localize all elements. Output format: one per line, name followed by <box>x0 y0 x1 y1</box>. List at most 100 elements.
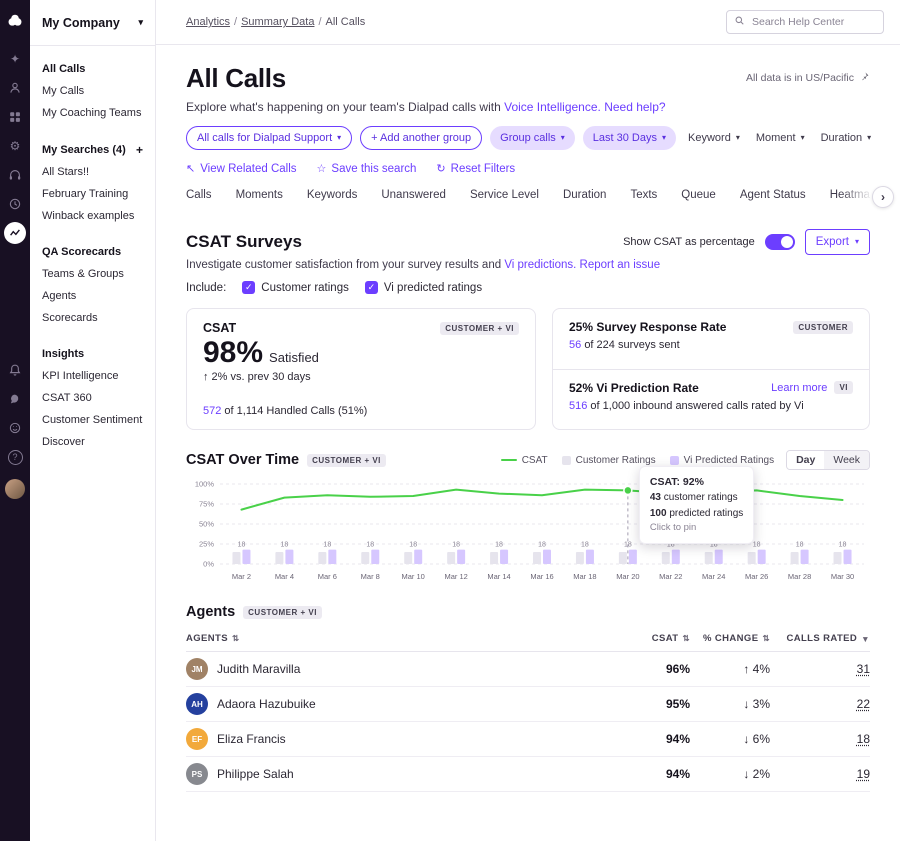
breadcrumb-analytics[interactable]: Analytics <box>186 16 230 28</box>
filter-pill-keyword[interactable]: Keyword▾ <box>684 126 744 150</box>
analytics-icon[interactable] <box>4 222 26 244</box>
column-header-csat[interactable]: CSAT⇅ <box>580 633 690 644</box>
filter-pill-duration[interactable]: Duration▾ <box>817 126 876 150</box>
sidebar-item-all-stars[interactable]: All Stars!! <box>42 162 143 184</box>
settings-gear-icon[interactable]: ⚙ <box>4 135 26 157</box>
sidebar-item-scorecards[interactable]: Scorecards <box>42 308 143 330</box>
customer-ratings-bar[interactable] <box>533 552 541 564</box>
sidebar-item-kpi-intelligence[interactable]: KPI Intelligence <box>42 366 143 388</box>
vi-predicted-bar[interactable] <box>586 550 594 564</box>
customer-ratings-bar[interactable] <box>834 552 842 564</box>
vi-predictions-link[interactable]: Vi predictions. <box>504 259 576 271</box>
tab-service-level[interactable]: Service Level <box>470 181 539 213</box>
tab-duration[interactable]: Duration <box>563 181 606 213</box>
mood-smiley-icon[interactable] <box>4 417 26 439</box>
customer-ratings-bar[interactable] <box>361 552 369 564</box>
sidebar-item-discover[interactable]: Discover <box>42 432 143 454</box>
chart-canvas[interactable]: 0%25%50%75%100%18Mar 218Mar 418Mar 618Ma… <box>186 478 871 590</box>
tabs-scroll-right-button[interactable]: › <box>872 186 894 208</box>
history-icon[interactable] <box>4 193 26 215</box>
pin-icon[interactable] <box>859 71 870 85</box>
vi-predicted-bar[interactable] <box>801 550 809 564</box>
handled-calls-link[interactable]: 572 <box>203 405 221 417</box>
vi-predicted-bar[interactable] <box>457 550 465 564</box>
voice-intelligence-link[interactable]: Voice Intelligence. <box>504 100 601 114</box>
tab-queue[interactable]: Queue <box>681 181 716 213</box>
contacts-icon[interactable] <box>4 77 26 99</box>
sidebar-item-csat-360[interactable]: CSAT 360 <box>42 388 143 410</box>
range-week-button[interactable]: Week <box>824 451 869 469</box>
customer-ratings-bar[interactable] <box>705 552 713 564</box>
help-icon[interactable]: ? <box>4 446 26 468</box>
customer-ratings-bar[interactable] <box>318 552 326 564</box>
company-switcher[interactable]: My Company ▾ <box>30 0 155 46</box>
report-issue-link[interactable]: Report an issue <box>580 259 661 271</box>
table-row[interactable]: EFEliza Francis94%↓ 6%18 <box>186 722 870 757</box>
surveys-link[interactable]: 56 <box>569 339 581 351</box>
sidebar-item-customer-sentiment[interactable]: Customer Sentiment <box>42 410 143 432</box>
vi-predicted-bar[interactable] <box>672 550 680 564</box>
vi-predicted-bar[interactable] <box>543 550 551 564</box>
tab-calls[interactable]: Calls <box>186 181 212 213</box>
tab-texts[interactable]: Texts <box>630 181 657 213</box>
filter-pill-add-another-group[interactable]: + Add another group <box>360 126 482 150</box>
customer-ratings-bar[interactable] <box>404 552 412 564</box>
column-header-change[interactable]: % CHANGE⇅ <box>690 633 770 644</box>
agent-calls-rated-link[interactable]: 18 <box>857 732 870 746</box>
filter-pill-all-calls-for-dialpad-support[interactable]: All calls for Dialpad Support▾ <box>186 126 352 150</box>
learn-more-link[interactable]: Learn more <box>771 382 827 394</box>
vi-predicted-bar[interactable] <box>414 550 422 564</box>
csat-percentage-toggle[interactable] <box>765 234 795 250</box>
filter-pill-group-calls[interactable]: Group calls▾ <box>490 126 575 150</box>
sidebar-item-my-coaching-teams[interactable]: My Coaching Teams <box>42 103 143 125</box>
tab-moments[interactable]: Moments <box>236 181 283 213</box>
range-day-button[interactable]: Day <box>787 451 824 469</box>
tab-keywords[interactable]: Keywords <box>307 181 358 213</box>
agent-calls-rated-link[interactable]: 19 <box>857 767 870 781</box>
customer-ratings-bar[interactable] <box>490 552 498 564</box>
table-row[interactable]: AHAdaora Hazubuike95%↓ 3%22 <box>186 687 870 722</box>
customer-ratings-bar[interactable] <box>232 552 240 564</box>
workspaces-icon[interactable] <box>4 106 26 128</box>
breadcrumb-summary-data[interactable]: Summary Data <box>241 16 314 28</box>
sidebar-item-february-training[interactable]: February Training <box>42 184 143 206</box>
add-search-button[interactable]: + <box>130 142 143 159</box>
sidebar-item-teams-groups[interactable]: Teams & Groups <box>42 264 143 286</box>
vi-predicted-bar[interactable] <box>844 550 852 564</box>
sidebar-item-all-calls[interactable]: All Calls <box>42 59 143 81</box>
filter-pill-last-30-days[interactable]: Last 30 Days▾ <box>583 126 676 150</box>
vi-predicted-bar[interactable] <box>629 550 637 564</box>
column-header-calls-rated[interactable]: CALLS RATED▼ <box>770 633 870 644</box>
ai-sparkle-icon[interactable]: ✦ <box>4 48 26 70</box>
vi-predicted-bar[interactable] <box>242 550 250 564</box>
need-help-link[interactable]: Need help? <box>604 100 665 114</box>
search-input[interactable] <box>750 15 876 29</box>
customer-ratings-bar[interactable] <box>576 552 584 564</box>
vi-predicted-bar[interactable] <box>500 550 508 564</box>
customer-ratings-bar[interactable] <box>275 552 283 564</box>
agent-calls-rated-link[interactable]: 31 <box>857 662 870 676</box>
vi-rated-link[interactable]: 516 <box>569 400 587 412</box>
tab-unanswered[interactable]: Unanswered <box>381 181 446 213</box>
save-this-search-button[interactable]: ☆Save this search <box>317 160 417 177</box>
agent-calls-rated-link[interactable]: 22 <box>857 697 870 711</box>
help-search[interactable] <box>726 10 884 34</box>
column-header-agents[interactable]: AGENTS⇅ <box>186 633 580 644</box>
notifications-bell-icon[interactable] <box>4 359 26 381</box>
hover-point[interactable] <box>624 486 632 494</box>
vi-predicted-bar[interactable] <box>371 550 379 564</box>
dialpad-logo[interactable] <box>4 10 26 32</box>
csat-over-time-chart[interactable]: 0%25%50%75%100%18Mar 218Mar 418Mar 618Ma… <box>186 478 871 590</box>
tab-heatmaps[interactable]: Heatmaps <box>830 181 870 213</box>
sidebar-item-agents[interactable]: Agents <box>42 286 143 308</box>
vi-predicted-bar[interactable] <box>758 550 766 564</box>
reset-filters-button[interactable]: ↻Reset Filters <box>436 160 515 177</box>
vi-predicted-bar[interactable] <box>285 550 293 564</box>
table-row[interactable]: PSPhilippe Salah94%↓ 2%19 <box>186 757 870 792</box>
sidebar-item-my-calls[interactable]: My Calls <box>42 81 143 103</box>
table-row[interactable]: JMJudith Maravilla96%↑ 4%31 <box>186 652 870 687</box>
customer-ratings-bar[interactable] <box>791 552 799 564</box>
export-button[interactable]: Export ▾ <box>805 229 870 255</box>
vi-predicted-bar[interactable] <box>328 550 336 564</box>
tab-agent-status[interactable]: Agent Status <box>740 181 806 213</box>
